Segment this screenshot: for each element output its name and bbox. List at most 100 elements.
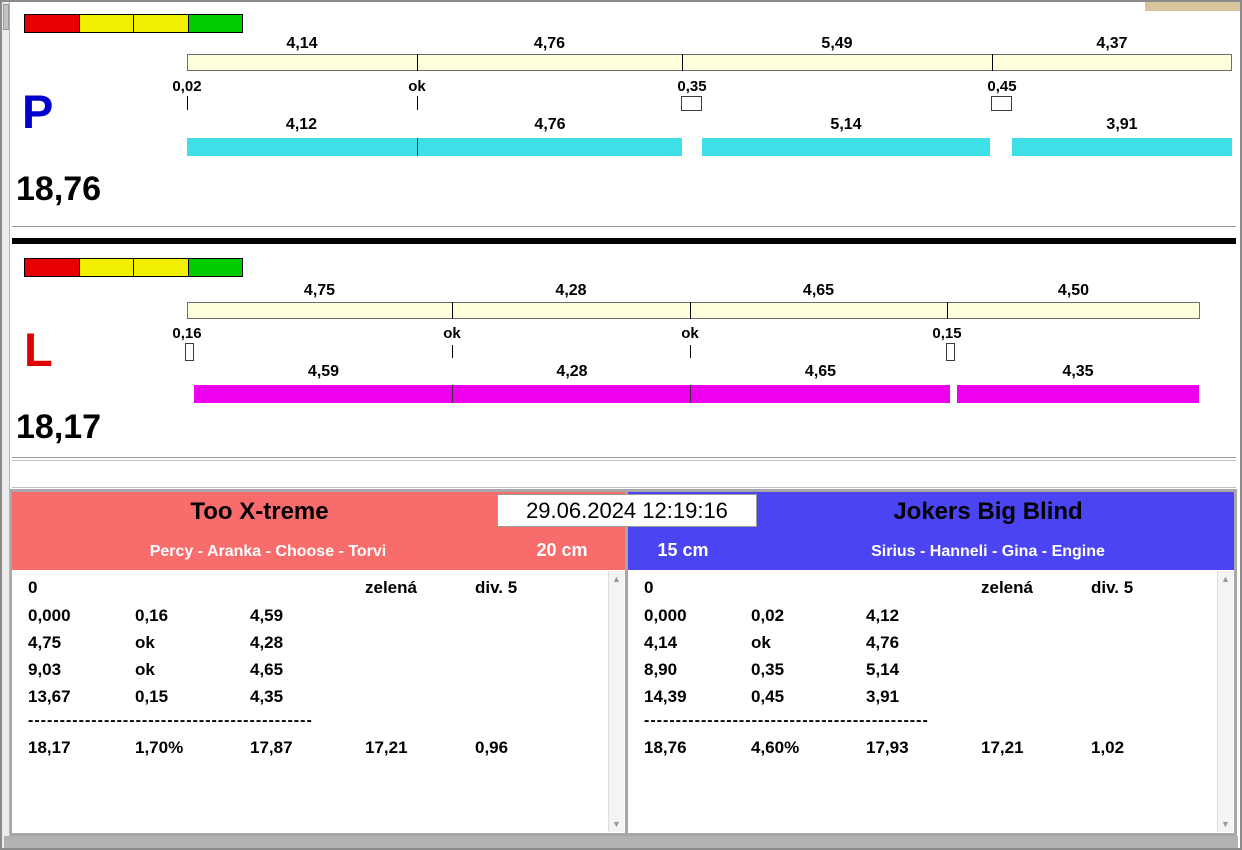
gate-mark-label: 0,35 [657, 78, 727, 95]
table-cell: 14,39 [644, 687, 751, 707]
lane-divider [12, 238, 1236, 244]
fault-checkbox[interactable] [991, 96, 1012, 111]
table-summary-row: 18,76 4,60% 17,93 17,21 1,02 [644, 738, 1181, 758]
table-cell: 18,17 [28, 738, 135, 758]
table-cell: div. 5 [1091, 578, 1181, 598]
bar-divider [417, 138, 418, 156]
table-cell [751, 578, 866, 598]
fault-checkbox[interactable] [946, 343, 955, 361]
scroll-down-button[interactable]: ▼ [1218, 816, 1233, 832]
bar-divider [417, 54, 418, 71]
run-split-label: 5,14 [702, 116, 990, 133]
plan-split-label: 5,49 [682, 35, 992, 52]
bar-divider [992, 54, 993, 71]
table-cell: zelená [981, 578, 1091, 598]
right-results-table[interactable]: 0 zelená div. 5 0,000 0,02 4,12 4,14 ok … [628, 570, 1234, 833]
green-light [188, 14, 244, 33]
up-arrow-icon: ▲ [1221, 574, 1230, 584]
lane-p-run-bar-segment [187, 138, 418, 156]
left-team-members: Percy - Aranka - Choose - Torvi [12, 543, 524, 561]
plan-split-label: 4,75 [187, 282, 452, 299]
table-cell: 5,14 [866, 660, 981, 680]
plan-split-label: 4,37 [992, 35, 1232, 52]
run-split-label: 4,65 [691, 363, 950, 380]
scrollbar-thumb[interactable] [3, 4, 9, 30]
table-row: 9,03 ok 4,65 [28, 660, 365, 680]
red-light [24, 14, 80, 33]
separator-line [12, 457, 1236, 458]
plan-split-label: 4,76 [417, 35, 682, 52]
bar-divider [690, 385, 691, 403]
run-split-label: 4,35 [957, 363, 1199, 380]
tick-mark [187, 96, 188, 110]
table-cell: 0,96 [475, 738, 565, 758]
table-cell: 13,67 [28, 687, 135, 707]
table-cell: 0,02 [751, 606, 866, 626]
table-cell: 9,03 [28, 660, 135, 680]
table-cell: div. 5 [475, 578, 565, 598]
plan-split-label: 4,50 [947, 282, 1200, 299]
table-row: 4,14 ok 4,76 [644, 633, 981, 653]
lane-l-reference-bar [187, 302, 1200, 319]
left-height-class: 20 cm [517, 540, 607, 561]
table-summary-row: 18,17 1,70% 17,87 17,21 0,96 [28, 738, 565, 758]
lane-p-start-lights [24, 14, 243, 33]
table-cell: 0,000 [644, 606, 751, 626]
table-cell: 0,45 [751, 687, 866, 707]
tick-mark [417, 96, 418, 110]
table-cell: 1,70% [135, 738, 250, 758]
fault-checkbox[interactable] [681, 96, 702, 111]
run-split-label: 4,12 [187, 116, 416, 133]
table-cell: 0,16 [135, 606, 250, 626]
lane-l-run-bar-segment [453, 385, 691, 403]
table-row: 13,67 0,15 4,35 [28, 687, 365, 707]
app-window: 4,14 4,76 5,49 4,37 0,02 ok 0,35 0,45 P … [0, 0, 1242, 850]
right-table-scrollbar[interactable]: ▲ ▼ [1217, 571, 1233, 832]
fault-checkbox[interactable] [185, 343, 194, 361]
table-cell: 1,02 [1091, 738, 1181, 758]
run-split-label: 4,28 [453, 363, 691, 380]
table-cell: ok [751, 633, 866, 653]
table-cell: 4,75 [28, 633, 135, 653]
table-cell: 4,14 [644, 633, 751, 653]
left-results-table[interactable]: 0 zelená div. 5 0,000 0,16 4,59 4,75 ok … [12, 570, 625, 833]
table-header-row: 0 zelená div. 5 [644, 578, 1181, 598]
left-team-panel: Too X-treme Percy - Aranka - Choose - To… [12, 492, 625, 833]
yellow-light-2 [133, 258, 189, 277]
gate-mark-label: ok [417, 325, 487, 342]
window-left-scrollbar[interactable] [2, 2, 10, 848]
scroll-down-button[interactable]: ▼ [609, 816, 624, 832]
table-row: 4,75 ok 4,28 [28, 633, 365, 653]
table-header-row: 0 zelená div. 5 [28, 578, 565, 598]
green-light [188, 258, 244, 277]
left-table-scrollbar[interactable]: ▲ ▼ [608, 571, 624, 832]
table-cell: 18,76 [644, 738, 751, 758]
table-cell: 4,35 [250, 687, 365, 707]
table-cell: 8,90 [644, 660, 751, 680]
plan-split-label: 4,14 [187, 35, 417, 52]
lane-l-total-time: 18,17 [16, 410, 101, 444]
scroll-up-button[interactable]: ▲ [1218, 571, 1233, 587]
bar-divider [690, 302, 691, 319]
left-team-name: Too X-treme [12, 498, 507, 526]
table-cell: 4,65 [250, 660, 365, 680]
lane-p-run-bar-segment [418, 138, 682, 156]
bar-divider [682, 54, 683, 71]
bar-divider [452, 302, 453, 319]
table-cell: 0,35 [751, 660, 866, 680]
table-cell: 4,60% [751, 738, 866, 758]
table-cell: ok [135, 633, 250, 653]
lane-p-run-bar-segment [702, 138, 990, 156]
status-bar [4, 836, 1238, 848]
table-row: 14,39 0,45 3,91 [644, 687, 981, 707]
table-cell: ok [135, 660, 250, 680]
table-row: 0,000 0,16 4,59 [28, 606, 365, 626]
right-team-panel: Jokers Big Blind Sirius - Hanneli - Gina… [628, 492, 1234, 833]
right-height-class: 15 cm [638, 540, 728, 561]
table-cell [866, 578, 981, 598]
scroll-up-button[interactable]: ▲ [609, 571, 624, 587]
table-cell: 3,91 [866, 687, 981, 707]
results-section: Too X-treme Percy - Aranka - Choose - To… [10, 489, 1237, 836]
datetime-display: 29.06.2024 12:19:16 [497, 494, 757, 527]
up-arrow-icon: ▲ [612, 574, 621, 584]
